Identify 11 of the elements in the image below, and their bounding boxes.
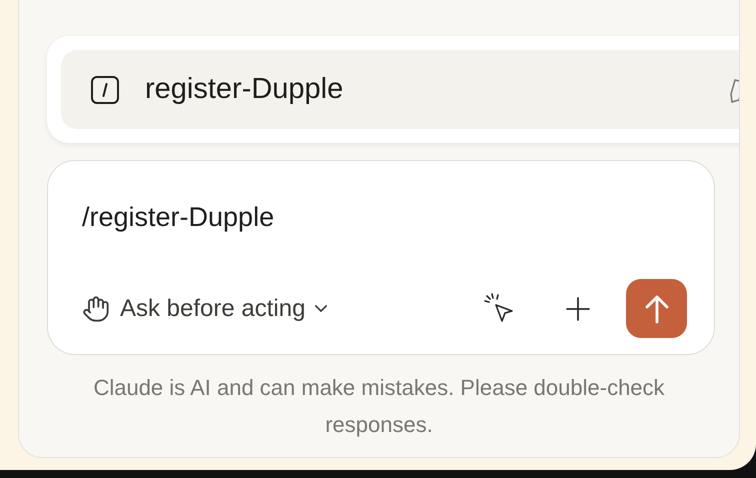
message-input[interactable]: /register-Dupple bbox=[82, 197, 642, 237]
send-button[interactable] bbox=[626, 279, 687, 338]
chevron-down-icon bbox=[315, 305, 328, 312]
arrow-up-icon bbox=[642, 292, 670, 324]
slash-command-icon bbox=[91, 76, 119, 104]
hand-icon bbox=[82, 294, 110, 322]
suggestion-label: register-Dupple bbox=[145, 73, 344, 106]
mode-dropdown[interactable]: Ask before acting bbox=[82, 294, 328, 322]
disclaimer-text: Claude is AI and can make mistakes. Please double-check responses. bbox=[92, 374, 666, 439]
suggestion-item[interactable]: register-Dupple bbox=[61, 50, 739, 129]
add-button[interactable] bbox=[564, 294, 592, 322]
